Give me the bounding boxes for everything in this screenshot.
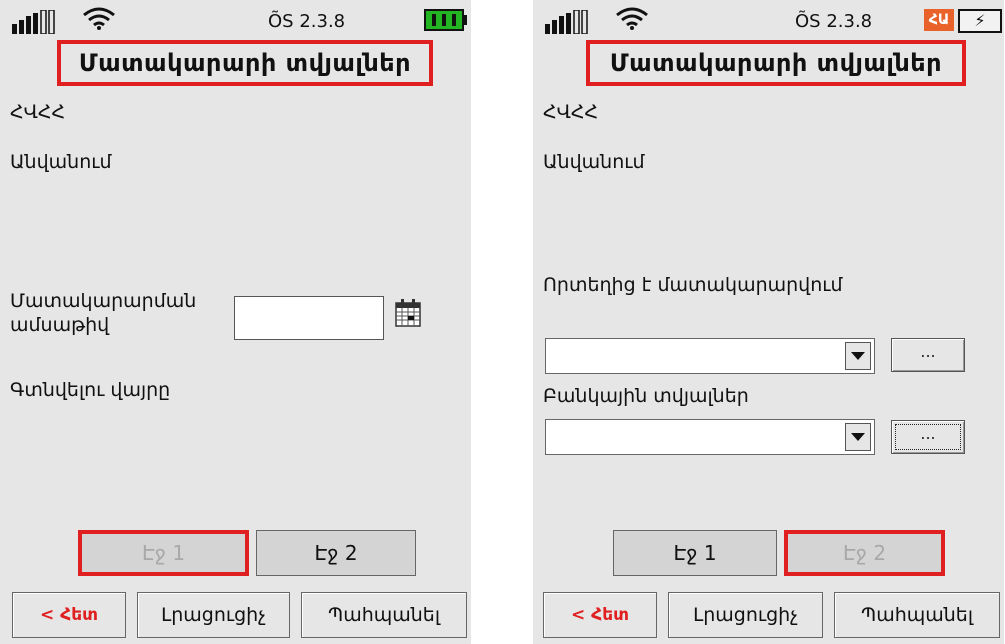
supply-source-browse-button[interactable]: ... (891, 338, 965, 372)
back-button[interactable]: < Հետ (12, 592, 126, 638)
wifi-icon (83, 7, 115, 30)
supply-date-input[interactable] (234, 296, 384, 340)
calendar-icon[interactable] (395, 299, 421, 327)
chevron-down-icon[interactable] (845, 423, 871, 451)
additional-button[interactable]: Լրացուցիչ (137, 592, 290, 638)
bank-details-label: Բանկային տվյալներ (543, 385, 749, 407)
signal-strength-icon (12, 10, 55, 34)
screen-title-box: Մատակարարի տվյալներ (586, 40, 966, 86)
hvhh-label: ՀՎՀՀ (10, 101, 66, 123)
status-bar: ÕS 2.3.8 ՀԱ ⚡ (533, 0, 1004, 38)
os-version: ÕS 2.3.8 (795, 11, 873, 32)
location-label: Գտնվելու վայրը (10, 379, 171, 401)
language-badge: ՀԱ (924, 9, 954, 31)
wifi-icon (616, 7, 648, 30)
name-label: Անվանում (543, 151, 645, 173)
additional-button[interactable]: Լրացուցիչ (668, 592, 823, 638)
page-2-button[interactable]: Էջ 2 (256, 530, 416, 576)
page-2-button[interactable]: Էջ 2 (784, 530, 945, 576)
os-version: ÕS 2.3.8 (268, 11, 346, 32)
screen-page-1: ÕS 2.3.8 Մատակարարի տվյալներ ՀՎՀՀ Անվանո… (0, 0, 471, 644)
charging-icon: ⚡ (958, 9, 1002, 33)
page-1-button[interactable]: Էջ 1 (613, 530, 777, 576)
back-button[interactable]: < Հետ (543, 592, 657, 638)
save-button[interactable]: Պահպանել (301, 592, 467, 638)
hvhh-label: ՀՎՀՀ (543, 101, 599, 123)
screen-title: Մատակարարի տվյալներ (609, 49, 943, 77)
supply-date-label: Մատակարարման ամսաթիվ (10, 290, 197, 336)
screen-page-2: ÕS 2.3.8 ՀԱ ⚡ Մատակարարի տվյալներ ՀՎՀՀ Ա… (533, 0, 1004, 644)
supply-source-select[interactable] (545, 338, 875, 374)
chevron-down-icon[interactable] (845, 342, 871, 370)
bank-details-select[interactable] (545, 419, 875, 455)
page-1-button[interactable]: Էջ 1 (78, 530, 249, 576)
screen-title-box: Մատակարարի տվյալներ (57, 40, 433, 86)
screen-title: Մատակարարի տվյալներ (78, 49, 412, 77)
signal-strength-icon (545, 10, 588, 34)
bank-details-browse-button[interactable]: ... (891, 420, 965, 454)
status-bar: ÕS 2.3.8 (0, 0, 471, 38)
name-label: Անվանում (10, 151, 112, 173)
save-button[interactable]: Պահպանել (834, 592, 1000, 638)
supply-source-label: Որտեղից է մատակարարվում (543, 274, 843, 296)
battery-icon (424, 9, 467, 31)
